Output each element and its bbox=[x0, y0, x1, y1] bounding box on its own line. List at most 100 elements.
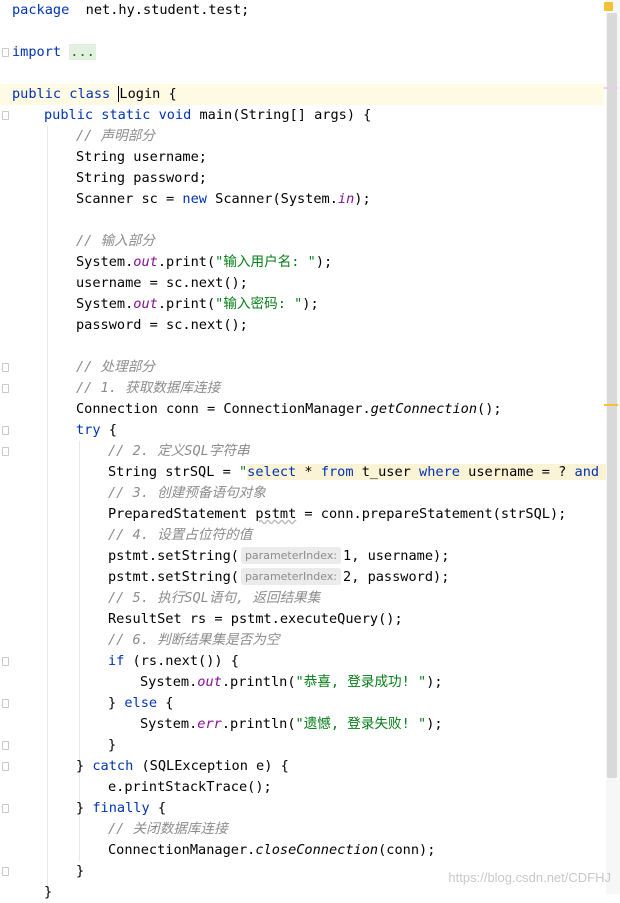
code-token: PreparedStatement bbox=[108, 506, 256, 522]
code-line[interactable]: public class Login { bbox=[0, 84, 604, 105]
code-line[interactable]: // 4. 设置占位符的值 bbox=[108, 525, 252, 546]
fold-toggle-icon[interactable] bbox=[2, 48, 9, 57]
code-line[interactable]: } finally { bbox=[76, 798, 166, 819]
error-stripe-mark[interactable] bbox=[604, 87, 618, 89]
code-token: from bbox=[320, 464, 354, 480]
code-token: getConnection bbox=[370, 401, 478, 417]
code-line[interactable]: // 处理部分 bbox=[76, 357, 155, 378]
code-token: (); bbox=[477, 401, 502, 417]
code-token: public class bbox=[12, 86, 119, 102]
code-line[interactable]: String username; bbox=[76, 147, 207, 168]
code-editor[interactable]: package net.hy.student.test; import ... pu… bbox=[0, 0, 620, 900]
code-line[interactable]: ResultSet rs = pstmt.executeQuery(); bbox=[108, 609, 403, 630]
code-token: Scanner(System. bbox=[215, 191, 338, 207]
code-token: ); bbox=[354, 191, 371, 207]
code-line[interactable]: import ... bbox=[12, 42, 96, 63]
code-token: // 1. 获取数据库连接 bbox=[76, 380, 221, 396]
error-stripe-mark[interactable] bbox=[604, 404, 618, 406]
code-line[interactable]: pstmt.setString(parameterIndex: 1, userna… bbox=[108, 546, 449, 567]
code-line[interactable]: ConnectionManager.closeConnection(conn); bbox=[108, 840, 435, 861]
code-line[interactable]: try { bbox=[76, 420, 117, 441]
code-line[interactable]: } bbox=[76, 861, 84, 882]
scrollbar-thumb[interactable] bbox=[607, 13, 617, 778]
fold-toggle-icon[interactable] bbox=[2, 699, 9, 708]
code-token: = conn.prepareStatement(strSQL); bbox=[296, 506, 567, 522]
code-token: closeConnection bbox=[255, 842, 379, 858]
fold-toggle-icon[interactable] bbox=[2, 804, 9, 813]
code-token: .print( bbox=[157, 296, 216, 312]
code-line[interactable]: public static void main(String[] args) { bbox=[44, 105, 371, 126]
code-line[interactable]: Scanner sc = new Scanner(System.in); bbox=[76, 189, 371, 210]
code-line[interactable]: System.out.println("恭喜, 登录成功! "); bbox=[140, 672, 443, 693]
code-token: System. bbox=[76, 296, 134, 312]
code-token: ConnectionManager. bbox=[108, 842, 256, 858]
code-token: ResultSet rs = pstmt.executeQuery(); bbox=[108, 611, 403, 627]
code-line[interactable]: System.err.println("遗憾, 登录失败! "); bbox=[140, 714, 443, 735]
code-token: String password; bbox=[76, 170, 207, 186]
code-token: System. bbox=[140, 716, 198, 732]
code-token: { bbox=[157, 695, 174, 711]
code-token: (SQLException e) { bbox=[133, 758, 289, 774]
code-token: ); bbox=[426, 716, 443, 732]
code-line[interactable]: username = sc.next(); bbox=[76, 273, 248, 294]
code-token: try bbox=[76, 422, 101, 438]
folded-imports[interactable]: ... bbox=[69, 44, 96, 60]
code-line[interactable]: // 1. 获取数据库连接 bbox=[76, 378, 220, 399]
code-token: System. bbox=[76, 254, 134, 270]
indent-guide bbox=[47, 126, 48, 886]
code-token: String username; bbox=[76, 149, 207, 165]
code-token: // 关闭数据库连接 bbox=[108, 821, 228, 837]
fold-toggle-icon[interactable] bbox=[2, 384, 9, 393]
parameter-hint: parameterIndex: bbox=[240, 568, 342, 585]
code-token: else bbox=[124, 695, 158, 711]
fold-toggle-icon[interactable] bbox=[2, 363, 9, 372]
code-line[interactable]: Connection conn = ConnectionManager.getC… bbox=[76, 399, 502, 420]
code-line[interactable]: // 声明部分 bbox=[76, 126, 155, 147]
code-line[interactable]: System.out.print("输入用户名: "); bbox=[76, 252, 332, 273]
code-token: username = sc.next(); bbox=[76, 275, 248, 291]
code-token: String strSQL = bbox=[108, 464, 239, 480]
code-token: .println( bbox=[221, 674, 296, 690]
code-line[interactable]: if (rs.next()) { bbox=[108, 651, 239, 672]
code-line[interactable]: PreparedStatement pstmt = conn.prepareSt… bbox=[108, 504, 566, 525]
code-line[interactable]: // 关闭数据库连接 bbox=[108, 819, 228, 840]
code-token: where bbox=[419, 464, 460, 480]
code-token: catch bbox=[92, 758, 134, 774]
warning-icon[interactable] bbox=[604, 2, 613, 11]
code-token: Scanner sc = bbox=[76, 191, 183, 207]
code-token: if bbox=[108, 653, 125, 669]
fold-toggle-icon[interactable] bbox=[2, 762, 9, 771]
code-token: main(String[] args) { bbox=[199, 107, 372, 123]
code-line[interactable]: // 3. 创建预备语句对象 bbox=[108, 483, 266, 504]
fold-toggle-icon[interactable] bbox=[2, 741, 9, 750]
fold-toggle-icon[interactable] bbox=[2, 111, 9, 120]
code-line[interactable]: // 5. 执行SQL语句, 返回结果集 bbox=[108, 588, 320, 609]
code-line[interactable]: String strSQL = "select * from t_user wh… bbox=[108, 462, 620, 483]
code-line[interactable]: } bbox=[44, 882, 52, 903]
code-line[interactable]: package net.hy.student.test; bbox=[12, 0, 249, 21]
fold-toggle-icon[interactable] bbox=[2, 447, 9, 456]
code-line[interactable]: String password; bbox=[76, 168, 207, 189]
code-line[interactable]: } bbox=[108, 735, 116, 756]
fold-toggle-icon[interactable] bbox=[2, 426, 9, 435]
code-line[interactable]: } else { bbox=[108, 693, 174, 714]
code-token: // 4. 设置占位符的值 bbox=[108, 527, 253, 543]
code-line[interactable]: System.out.print("输入密码: "); bbox=[76, 294, 319, 315]
code-token: net.hy.student.test; bbox=[69, 2, 250, 18]
code-line[interactable]: } catch (SQLException e) { bbox=[76, 756, 289, 777]
fold-toggle-icon[interactable] bbox=[2, 657, 9, 666]
code-line[interactable]: // 输入部分 bbox=[76, 231, 155, 252]
code-token: out bbox=[133, 296, 158, 312]
code-token: 2, password); bbox=[343, 569, 450, 585]
code-line[interactable]: // 2. 定义SQL字符串 bbox=[108, 441, 250, 462]
fold-toggle-icon[interactable] bbox=[2, 867, 9, 876]
code-token: "输入用户名: " bbox=[215, 254, 316, 270]
code-line[interactable]: password = sc.next(); bbox=[76, 315, 248, 336]
code-token: t_user bbox=[353, 464, 420, 480]
code-line[interactable]: // 6. 判断结果集是否为空 bbox=[108, 630, 279, 651]
code-token: // 5. 执行SQL语句, 返回结果集 bbox=[108, 590, 321, 606]
code-line[interactable]: pstmt.setString(parameterIndex: 2, passwo… bbox=[108, 567, 449, 588]
code-line[interactable]: e.printStackTrace(); bbox=[108, 777, 272, 798]
code-token: // 2. 定义SQL字符串 bbox=[108, 443, 250, 459]
code-token: (conn); bbox=[378, 842, 436, 858]
